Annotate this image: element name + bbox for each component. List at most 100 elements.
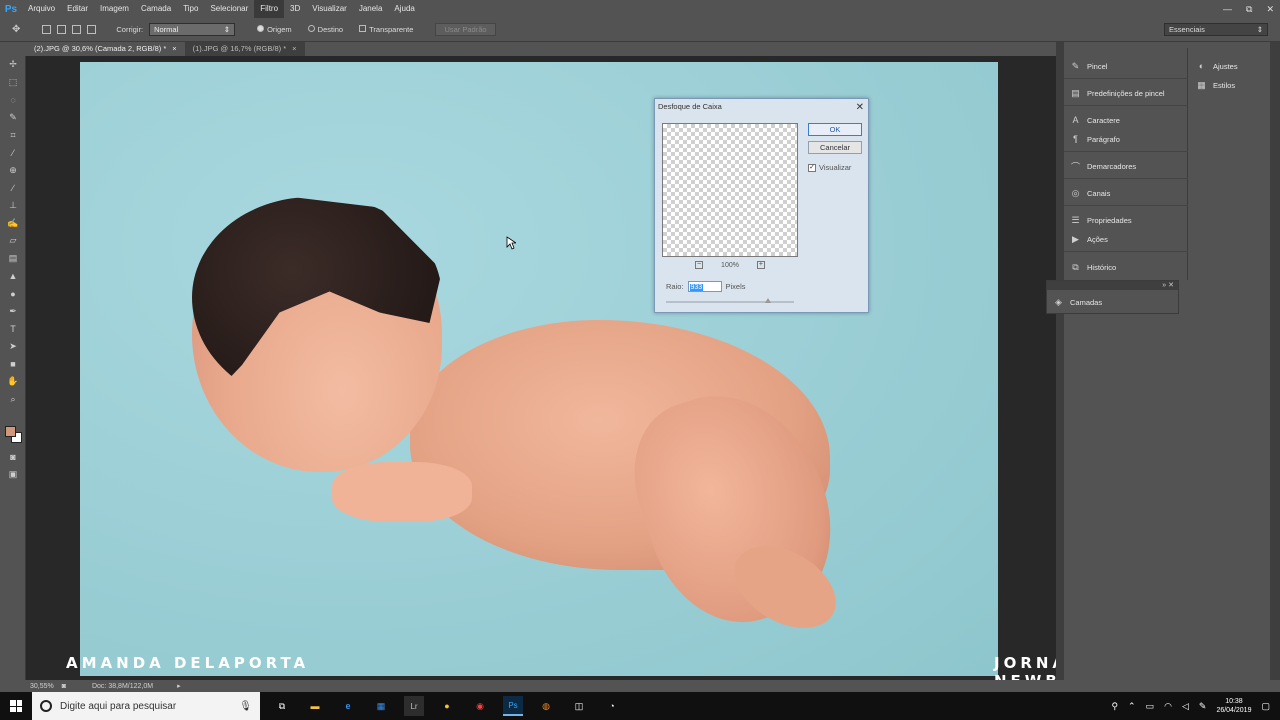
panel-ajustes[interactable]: ◐ Ajustes xyxy=(1196,61,1238,71)
panel-canais[interactable]: ◎ Canais xyxy=(1070,188,1111,198)
panel-acoes[interactable]: ▶ Ações xyxy=(1070,234,1108,244)
dodge-tool-icon[interactable]: ● xyxy=(0,285,26,303)
quick-select-tool-icon[interactable]: ✎ xyxy=(0,109,26,127)
restore-icon[interactable]: ⧉ xyxy=(1246,4,1252,15)
usar-padrao-button[interactable]: Usar Padrão xyxy=(435,23,496,36)
right-scrollbar[interactable] xyxy=(1270,42,1280,680)
patch-tool-icon[interactable]: ✥ xyxy=(12,24,20,35)
clock[interactable]: 10:38 26/04/2019 xyxy=(1216,697,1251,715)
menu-tipo[interactable]: Tipo xyxy=(177,0,204,18)
dialog-title-bar[interactable]: Desfoque de Caixa ✕ xyxy=(655,99,868,115)
preview-option[interactable]: ✓ Visualizar xyxy=(808,163,851,172)
edge-icon[interactable]: e xyxy=(338,696,358,716)
radius-slider-track[interactable] xyxy=(666,301,794,303)
volume-icon[interactable]: ◁ xyxy=(1182,701,1189,712)
panel-paragrafo[interactable]: ¶ Parágrafo xyxy=(1070,134,1120,144)
app-circle-icon[interactable]: ◔ xyxy=(602,696,622,716)
origem-option[interactable]: Origem xyxy=(257,25,292,34)
new-selection-icon[interactable] xyxy=(42,25,52,34)
layers-panel-header[interactable]: » ✕ xyxy=(1047,281,1178,290)
panel-camadas[interactable]: ◈ Camadas xyxy=(1053,297,1102,307)
filter-preview[interactable] xyxy=(662,123,798,257)
healing-tool-icon[interactable]: ⊕ xyxy=(0,162,26,180)
subtract-selection-icon[interactable] xyxy=(72,25,82,34)
taskbar-search[interactable]: Digite aqui para pesquisar 🎙 xyxy=(32,692,260,720)
tab-document-1[interactable]: (1).JPG @ 16,7% (RGB/8) * × xyxy=(184,42,305,56)
canvas-workspace[interactable]: AMANDA DELAPORTA JORNADA NEWBORN xyxy=(26,56,1056,680)
task-view-icon[interactable]: ⧉ xyxy=(272,696,292,716)
panel-estilos[interactable]: ▦ Estilos xyxy=(1196,80,1235,90)
photoshop-taskbar-icon[interactable]: Ps xyxy=(503,696,523,716)
radius-input[interactable]: 933 xyxy=(687,281,722,292)
crop-tool-icon[interactable]: ⌗ xyxy=(0,126,26,144)
menu-selecionar[interactable]: Selecionar xyxy=(204,0,254,18)
ok-button[interactable]: OK xyxy=(808,123,862,136)
zoom-in-icon[interactable]: + xyxy=(756,261,765,269)
pen-tool-icon[interactable]: ✒ xyxy=(0,302,26,320)
panel-predefinicoes-pincel[interactable]: ▤ Predefinições de pincel xyxy=(1070,88,1164,98)
menu-visualizar[interactable]: Visualizar xyxy=(306,0,353,18)
app-gray-icon[interactable]: ◫ xyxy=(569,696,589,716)
blur-tool-icon[interactable]: ▲ xyxy=(0,267,26,285)
shape-tool-icon[interactable]: ■ xyxy=(0,355,26,373)
tab-close-icon[interactable]: × xyxy=(292,42,296,56)
store-icon[interactable]: ▦ xyxy=(371,696,391,716)
cancel-button[interactable]: Cancelar xyxy=(808,141,862,154)
panel-pincel[interactable]: ✎ Pincel xyxy=(1070,61,1108,71)
hand-tool-icon[interactable]: ✋ xyxy=(0,373,26,391)
clone-stamp-tool-icon[interactable]: ⊥ xyxy=(0,197,26,215)
origem-radio[interactable] xyxy=(257,25,265,32)
lasso-tool-icon[interactable]: ◌ xyxy=(0,91,26,109)
destino-radio[interactable] xyxy=(307,25,315,32)
file-explorer-icon[interactable]: ▬ xyxy=(305,696,325,716)
tab-close-icon[interactable]: × xyxy=(172,42,176,56)
microphone-icon[interactable]: 🎙 xyxy=(239,701,252,712)
add-selection-icon[interactable] xyxy=(57,25,67,34)
panel-demarcadores[interactable]: ⌒ Demarcadores xyxy=(1070,161,1136,172)
battery-icon[interactable]: ▭ xyxy=(1146,701,1155,712)
menu-arquivo[interactable]: Arquivo xyxy=(22,0,61,18)
menu-3d[interactable]: 3D xyxy=(284,0,306,18)
marquee-tool-icon[interactable]: ⬚ xyxy=(0,74,26,92)
status-zoom[interactable]: 30,55% xyxy=(30,683,54,690)
intersect-selection-icon[interactable] xyxy=(87,25,97,34)
destino-option[interactable]: Destino xyxy=(307,25,343,34)
zoom-out-icon[interactable]: − xyxy=(695,261,704,269)
panel-caractere[interactable]: A Caractere xyxy=(1070,115,1119,125)
eraser-tool-icon[interactable]: ▱ xyxy=(0,232,26,250)
gradient-tool-icon[interactable]: ▤ xyxy=(0,250,26,268)
chrome-icon[interactable]: ◉ xyxy=(470,696,490,716)
status-info-icon[interactable]: ◙ xyxy=(62,683,66,690)
lightroom-icon[interactable]: Lr xyxy=(404,696,424,716)
dialog-close-icon[interactable]: ✕ xyxy=(856,100,864,116)
eyedropper-tool-icon[interactable]: ⁄ xyxy=(0,144,26,162)
history-brush-tool-icon[interactable]: ✍ xyxy=(0,214,26,232)
minimize-icon[interactable]: — xyxy=(1223,4,1232,14)
workspace-select[interactable]: Essenciais ⇕ xyxy=(1164,23,1268,36)
type-tool-icon[interactable]: T xyxy=(0,320,26,338)
zoom-tool-icon[interactable]: ⌕ xyxy=(0,390,26,408)
app-yellow-icon[interactable]: ● xyxy=(437,696,457,716)
move-tool-icon[interactable]: ✢ xyxy=(0,56,26,74)
tray-expand-icon[interactable]: ⌃ xyxy=(1128,701,1136,712)
transparente-option[interactable]: Transparente xyxy=(359,25,413,34)
status-arrow-icon[interactable]: ▸ xyxy=(177,682,181,690)
start-button[interactable] xyxy=(0,692,32,720)
network-icon[interactable]: ◠ xyxy=(1164,701,1172,712)
path-select-tool-icon[interactable]: ➤ xyxy=(0,338,26,356)
transparente-checkbox[interactable] xyxy=(359,25,367,32)
preview-checkbox[interactable]: ✓ xyxy=(808,163,816,172)
corrigir-select[interactable]: Normal ⇕ xyxy=(149,23,236,36)
brush-tool-icon[interactable]: ∕ xyxy=(0,179,26,197)
menu-janela[interactable]: Janela xyxy=(353,0,389,18)
menu-filtro[interactable]: Filtro xyxy=(254,0,285,18)
menu-imagem[interactable]: Imagem xyxy=(94,0,135,18)
menu-editar[interactable]: Editar xyxy=(61,0,94,18)
people-icon[interactable]: ⚲ xyxy=(1111,701,1118,712)
menu-ajuda[interactable]: Ajuda xyxy=(388,0,420,18)
tab-document-2[interactable]: (2).JPG @ 30,6% (Camada 2, RGB/8) * × xyxy=(26,42,185,56)
menu-camada[interactable]: Camada xyxy=(135,0,177,18)
pen-icon[interactable]: ✎ xyxy=(1199,701,1207,712)
screen-mode-icon[interactable]: ▣ xyxy=(0,466,26,484)
panel-propriedades[interactable]: ☰ Propriedades xyxy=(1070,215,1131,225)
